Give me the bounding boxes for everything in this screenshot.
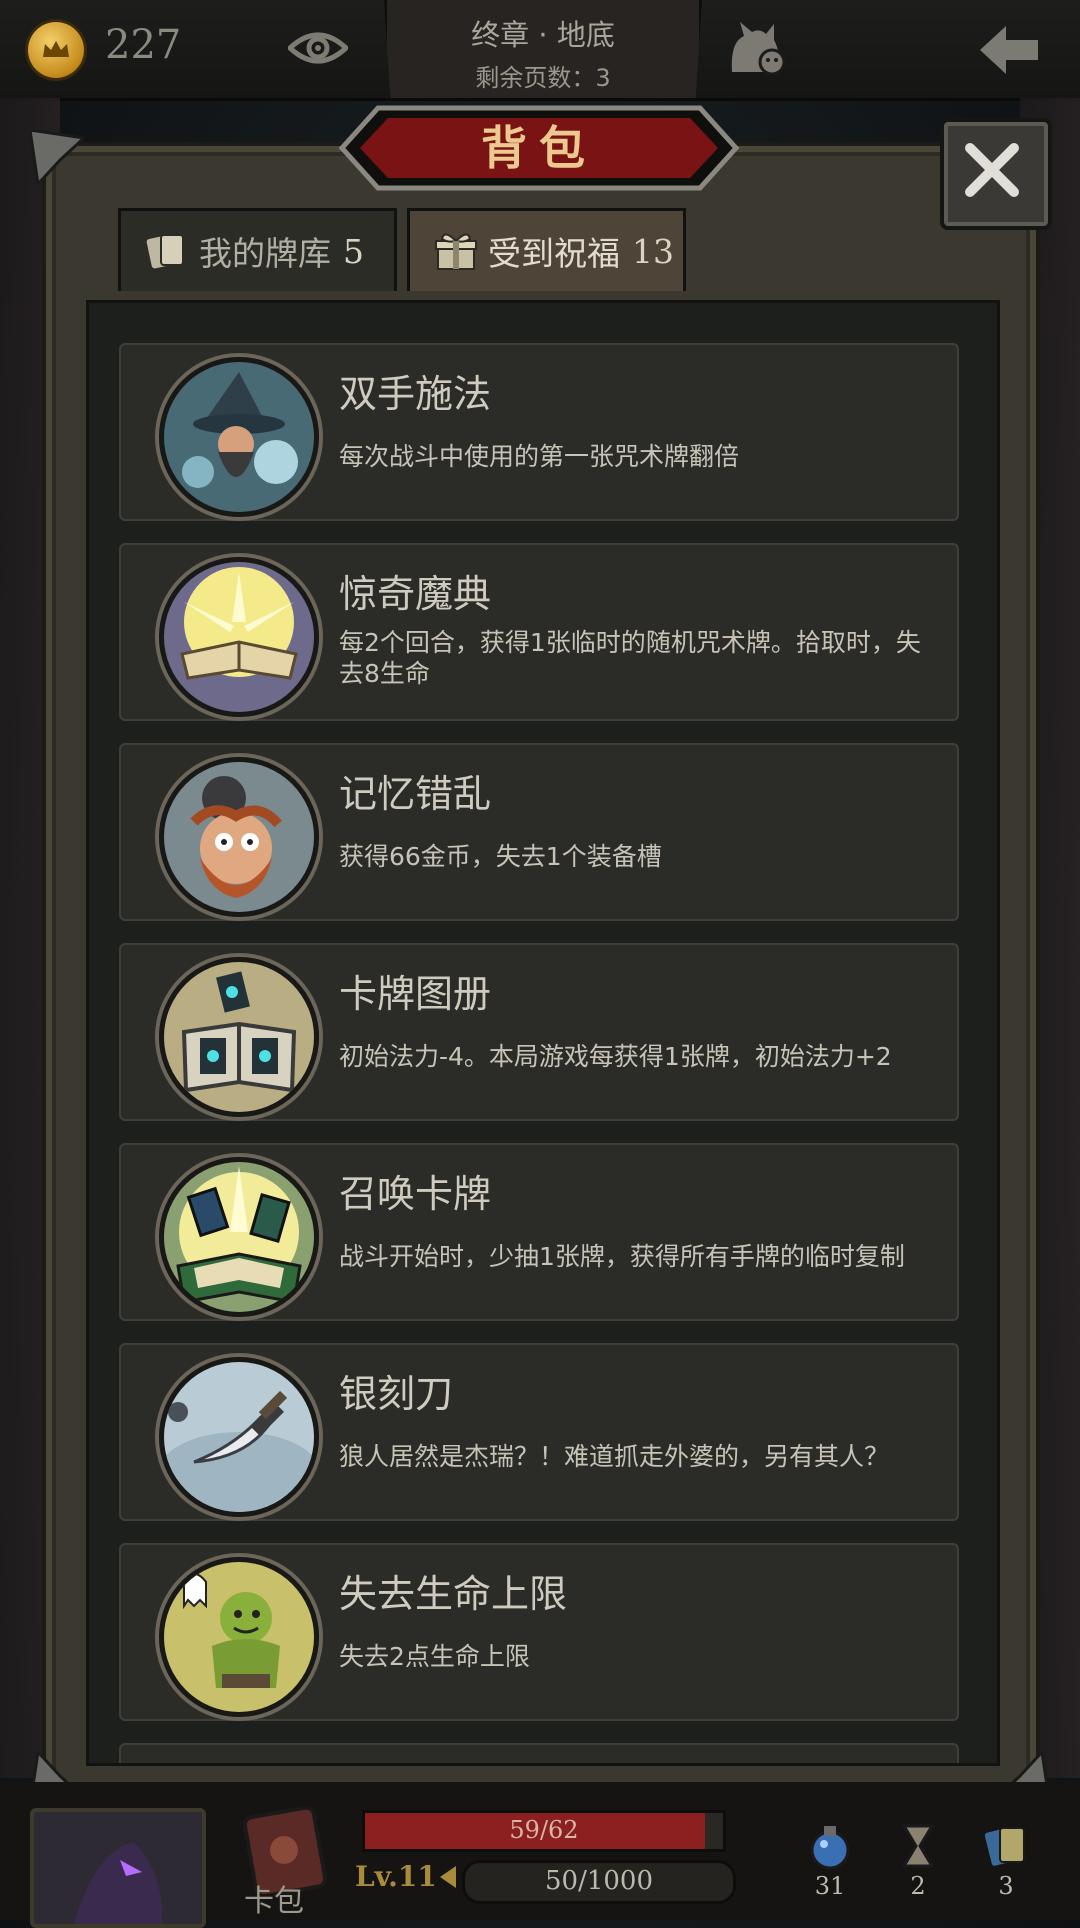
item-name: 双手施法 xyxy=(339,372,492,416)
close-icon xyxy=(965,143,1019,197)
health-bar: 59/62 xyxy=(362,1810,726,1852)
health-text: 59/62 xyxy=(509,1816,579,1844)
tab-label: 我的牌库 xyxy=(199,234,331,273)
item-name: 惊奇魔典 xyxy=(339,572,492,616)
tab-label: 受到祝福 xyxy=(488,234,620,273)
close-button[interactable] xyxy=(940,118,1052,230)
back-arrow-icon[interactable] xyxy=(976,22,1042,78)
hero-portrait[interactable] xyxy=(30,1808,206,1928)
list-item[interactable]: 惊奇魔典 每2个回合，获得1张临时的随机咒术牌。拾取时，失去8生命 xyxy=(119,543,959,721)
level-label: Lv.11 xyxy=(355,1860,437,1893)
tab-count: 13 xyxy=(632,231,674,271)
list-item[interactable]: 双手施法 每次战斗中使用的第一张咒术牌翻倍 xyxy=(119,343,959,521)
stat-value: 2 xyxy=(910,1872,926,1900)
tab-my-deck[interactable]: 我的牌库 5 xyxy=(118,208,397,291)
tab-count: 5 xyxy=(343,231,364,271)
item-description: 战斗开始时，少抽1张牌，获得所有手牌的临时复制 xyxy=(339,1242,905,1271)
card-album-icon xyxy=(159,957,319,1117)
list-item[interactable] xyxy=(119,1743,959,1763)
item-description: 每2个回合，获得1张临时的随机咒术牌。拾取时，失去8生命 xyxy=(339,628,921,688)
card-pack-label[interactable]: 卡包 xyxy=(244,1876,304,1920)
stat-hourglass[interactable]: 2 xyxy=(888,1822,948,1900)
item-name: 召唤卡牌 xyxy=(339,1172,492,1216)
wizard-icon xyxy=(159,357,319,517)
cards-icon xyxy=(146,234,184,269)
top-hud: 227 终章 · 地底 剩余页数：3 xyxy=(0,0,1080,101)
tab-blessings[interactable]: 受到祝福 13 xyxy=(407,208,686,291)
item-name: 卡牌图册 xyxy=(339,972,492,1016)
panel-title: 背包 xyxy=(481,121,597,175)
gold-count: 227 xyxy=(105,22,182,68)
stat-value: 31 xyxy=(814,1872,846,1900)
item-description: 失去2点生命上限 xyxy=(339,1642,530,1671)
list-item[interactable]: 召唤卡牌 战斗开始时，少抽1张牌，获得所有手牌的临时复制 xyxy=(119,1143,959,1321)
crown-icon xyxy=(43,41,69,57)
stat-cards[interactable]: 3 xyxy=(976,1822,1036,1900)
pages-left: 剩余页数：3 xyxy=(475,64,611,92)
blessing-list[interactable]: 双手施法 每次战斗中使用的第一张咒术牌翻倍 惊奇魔典 每2个回合，获得1张临时的… xyxy=(86,300,1000,1766)
ghost-pumpkin-icon[interactable] xyxy=(726,18,792,78)
list-item[interactable]: 失去生命上限 失去2点生命上限 xyxy=(119,1543,959,1721)
spellbook-icon xyxy=(159,557,319,717)
list-item[interactable]: 卡牌图册 初始法力-4。本局游戏每获得1张牌，初始法力+2 xyxy=(119,943,959,1121)
experience-bar: 50/1000 xyxy=(462,1860,736,1904)
stat-potion[interactable]: 31 xyxy=(800,1822,860,1900)
hourglass-icon xyxy=(901,1824,935,1868)
experience-text: 50/1000 xyxy=(544,1866,653,1896)
item-description: 获得66金币，失去1个装备槽 xyxy=(339,842,662,871)
item-name: 记忆错乱 xyxy=(339,772,492,816)
eye-icon[interactable] xyxy=(288,28,348,68)
item-description: 狼人居然是杰瑞？！难道抓走外婆的，另有其人？ xyxy=(339,1442,890,1471)
gift-icon xyxy=(435,233,477,270)
list-item[interactable]: 记忆错乱 获得66金币，失去1个装备槽 xyxy=(119,743,959,921)
list-item[interactable]: 银刻刀 狼人居然是杰瑞？！难道抓走外婆的，另有其人？ xyxy=(119,1343,959,1521)
confused-man-icon xyxy=(159,757,319,917)
chapter-box: 终章 · 地底 剩余页数：3 xyxy=(384,0,702,98)
item-description: 初始法力-4。本局游戏每获得1张牌，初始法力+2 xyxy=(339,1042,892,1071)
summon-cards-icon xyxy=(159,1157,319,1317)
item-description: 每次战斗中使用的第一张咒术牌翻倍 xyxy=(339,442,740,471)
triangle-left-icon xyxy=(440,1866,456,1888)
stat-value: 3 xyxy=(998,1872,1014,1900)
chapter-title: 终章 · 地底 xyxy=(471,18,615,52)
deck-icon xyxy=(984,1827,1025,1866)
item-name: 失去生命上限 xyxy=(339,1572,568,1616)
silver-knife-icon xyxy=(159,1357,319,1517)
goblin-icon xyxy=(159,1557,319,1717)
hero-avatar-icon xyxy=(74,1842,163,1924)
corner-ornament xyxy=(30,130,84,184)
gold-coin-icon xyxy=(28,22,84,78)
potion-icon xyxy=(810,1826,850,1870)
item-name: 银刻刀 xyxy=(339,1372,454,1416)
